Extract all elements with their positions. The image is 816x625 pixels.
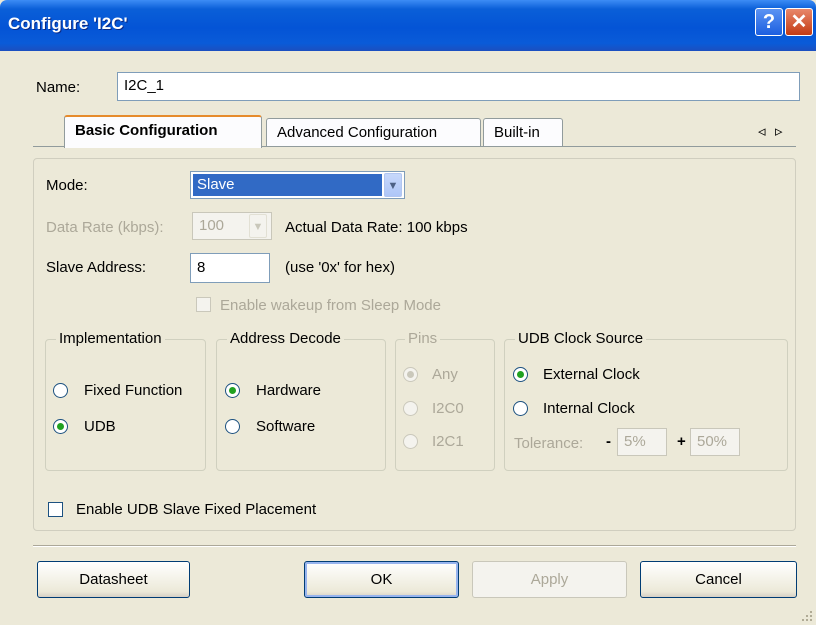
tolerance-label: Tolerance:: [514, 435, 584, 452]
address-decode-software-label: Software: [256, 418, 316, 435]
address-decode-software-radio[interactable]: [225, 419, 240, 434]
udb-internal-clock-radio[interactable]: [513, 401, 528, 416]
udb-external-clock-radio[interactable]: [513, 367, 528, 382]
tolerance-plus-input[interactable]: 50%: [690, 428, 740, 456]
cancel-button[interactable]: Cancel: [640, 561, 797, 598]
mode-select[interactable]: Slave ▼: [190, 171, 405, 199]
tolerance-minus-sign: -: [606, 433, 611, 450]
tolerance-minus-input[interactable]: 5%: [617, 428, 667, 456]
close-icon: ✕: [790, 11, 808, 33]
data-rate-select[interactable]: 100 ▼: [192, 212, 272, 240]
ok-button[interactable]: OK: [304, 561, 459, 598]
tolerance-plus-sign: +: [677, 433, 686, 450]
configure-dialog: Configure 'I2C' ? ✕ Name: I2C_1 Basic Co…: [0, 0, 816, 625]
tab-basic-configuration[interactable]: Basic Configuration: [64, 115, 262, 148]
udb-external-clock-label: External Clock: [543, 366, 640, 383]
slave-address-hint: (use '0x' for hex): [285, 259, 395, 276]
pins-i2c0-label: I2C0: [432, 400, 464, 417]
data-rate-label: Data Rate (kbps):: [46, 219, 164, 236]
help-icon: ?: [762, 11, 776, 33]
slave-address-input[interactable]: 8: [190, 253, 270, 283]
resize-grip-icon[interactable]: [800, 609, 814, 623]
pins-i2c1-label: I2C1: [432, 433, 464, 450]
address-decode-hardware-radio[interactable]: [225, 383, 240, 398]
slave-address-label: Slave Address:: [46, 259, 147, 276]
implementation-fixed-function-radio[interactable]: [53, 383, 68, 398]
wakeup-checkbox[interactable]: [196, 297, 211, 312]
implementation-udb-radio[interactable]: [53, 419, 68, 434]
tab-built-in[interactable]: Built-in: [483, 118, 563, 146]
name-label: Name:: [36, 79, 81, 96]
wakeup-label: Enable wakeup from Sleep Mode: [220, 297, 441, 314]
tab-scroll-right-icon[interactable]: ▹: [775, 122, 783, 140]
implementation-group: [45, 339, 206, 471]
actual-data-rate: Actual Data Rate: 100 kbps: [285, 219, 468, 236]
implementation-group-title: Implementation: [56, 330, 165, 347]
implementation-fixed-function-label: Fixed Function: [84, 382, 183, 399]
pins-group-title: Pins: [405, 330, 441, 347]
udb-internal-clock-label: Internal Clock: [543, 400, 635, 417]
mode-dropdown-arrow-icon[interactable]: ▼: [384, 173, 402, 197]
fixed-placement-checkbox[interactable]: [48, 502, 63, 517]
address-decode-group: [216, 339, 386, 471]
fixed-placement-label: Enable UDB Slave Fixed Placement: [76, 501, 317, 518]
close-button[interactable]: ✕: [785, 8, 813, 36]
window-title: Configure 'I2C': [8, 14, 128, 33]
tab-advanced-configuration[interactable]: Advanced Configuration: [266, 118, 481, 146]
title-bar[interactable]: Configure 'I2C' ? ✕: [0, 0, 816, 51]
tab-scroll-left-icon[interactable]: ◃: [758, 122, 766, 140]
address-decode-group-title: Address Decode: [227, 330, 344, 347]
udb-clock-source-group-title: UDB Clock Source: [515, 330, 647, 347]
pins-i2c1-radio[interactable]: [403, 434, 418, 449]
mode-label: Mode:: [46, 177, 88, 194]
pins-any-radio[interactable]: [403, 367, 418, 382]
datasheet-button[interactable]: Datasheet: [37, 561, 190, 598]
pins-i2c0-radio[interactable]: [403, 401, 418, 416]
name-input[interactable]: I2C_1: [117, 72, 800, 101]
data-rate-dropdown-arrow-icon[interactable]: ▼: [249, 214, 267, 238]
help-button[interactable]: ?: [755, 8, 783, 36]
footer-separator: [33, 545, 796, 547]
implementation-udb-label: UDB: [84, 418, 116, 435]
apply-button[interactable]: Apply: [472, 561, 627, 598]
pins-any-label: Any: [432, 366, 458, 383]
mode-selected-value: Slave: [193, 174, 382, 196]
address-decode-hardware-label: Hardware: [256, 382, 322, 399]
data-rate-value: 100: [199, 217, 225, 234]
